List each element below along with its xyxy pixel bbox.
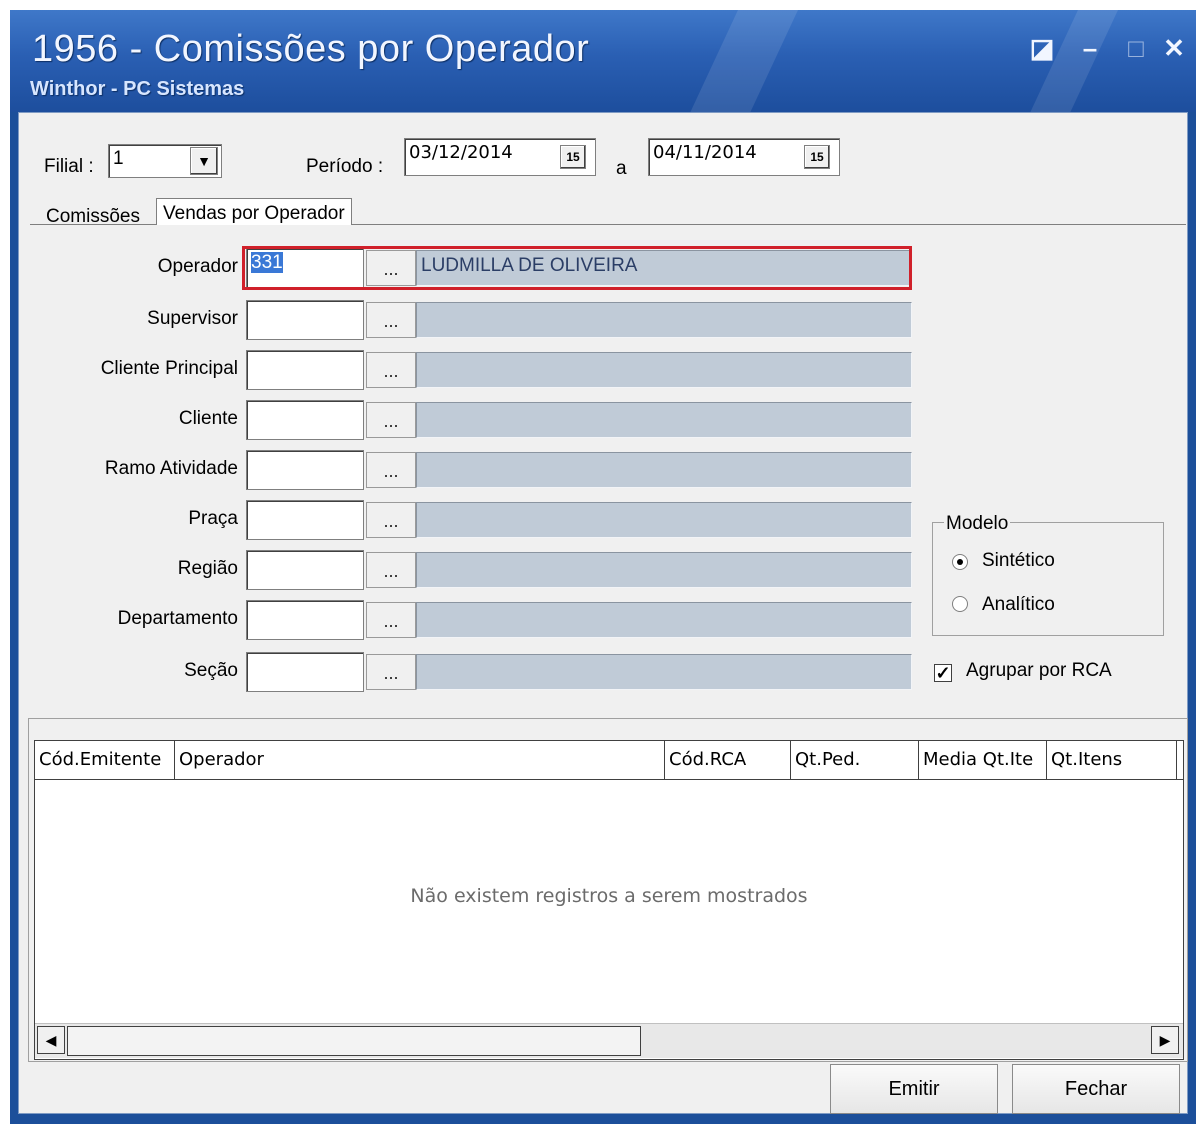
- agrupar-label: Agrupar por RCA: [966, 660, 1112, 681]
- field-label: Praça: [188, 508, 238, 529]
- emitir-button[interactable]: Emitir: [830, 1064, 998, 1114]
- field-label: Operador: [157, 256, 238, 277]
- description-field: [416, 502, 912, 538]
- field-label: Região: [177, 558, 238, 579]
- field-label: Supervisor: [147, 308, 238, 329]
- calendar-from-icon[interactable]: 15: [560, 145, 586, 169]
- column-header[interactable]: Cód.RCA: [665, 741, 791, 779]
- code-input[interactable]: [246, 652, 364, 692]
- field-label: Cliente Principal: [100, 358, 238, 379]
- close-icon[interactable]: ✕: [1156, 30, 1192, 66]
- description-field: [416, 654, 912, 690]
- code-input[interactable]: 331: [246, 248, 364, 288]
- analitico-label: Analítico: [982, 594, 1055, 615]
- agrupar-checkbox[interactable]: ✓: [934, 664, 952, 682]
- lookup-button[interactable]: ...: [366, 502, 416, 538]
- field-label: Seção: [184, 660, 238, 681]
- calendar-to-icon[interactable]: 15: [804, 145, 830, 169]
- description-field: [416, 552, 912, 588]
- code-input[interactable]: [246, 400, 364, 440]
- scroll-right-icon[interactable]: ▶: [1151, 1026, 1179, 1054]
- filial-label: Filial :: [44, 156, 94, 177]
- field-label: Departamento: [117, 608, 238, 629]
- periodo-label: Período :: [306, 156, 384, 177]
- radio-analitico[interactable]: [952, 596, 968, 612]
- lookup-button[interactable]: ...: [366, 552, 416, 588]
- chevron-down-icon[interactable]: ▼: [190, 147, 218, 175]
- lookup-button[interactable]: ...: [366, 302, 416, 338]
- results-grid[interactable]: Cód.Emitente Operador Cód.RCA Qt.Ped. Me…: [34, 740, 1184, 1060]
- date-from-value: 03/12/2014: [409, 142, 513, 163]
- radio-sintetico[interactable]: [952, 554, 968, 570]
- description-field: [416, 302, 912, 338]
- modelo-group: [932, 522, 1164, 636]
- empty-message: Não existem registros a serem mostrados: [410, 885, 808, 907]
- code-value: 331: [251, 252, 283, 273]
- lookup-button[interactable]: ...: [366, 402, 416, 438]
- column-header[interactable]: Media Qt.Ite: [919, 741, 1047, 779]
- description-field: [416, 402, 912, 438]
- tab-vendas-por-operador[interactable]: Vendas por Operador: [156, 198, 352, 225]
- column-header[interactable]: Qt.Itens: [1047, 741, 1177, 779]
- window-subtitle: Winthor - PC Sistemas: [30, 78, 245, 100]
- sintetico-label: Sintético: [982, 550, 1055, 571]
- description-field: [416, 352, 912, 388]
- grid-header: Cód.Emitente Operador Cód.RCA Qt.Ped. Me…: [35, 741, 1183, 780]
- minimize-icon[interactable]: –: [1072, 30, 1108, 66]
- scrollbar-thumb[interactable]: [67, 1026, 641, 1056]
- column-header[interactable]: Operador: [175, 741, 665, 779]
- code-input[interactable]: [246, 550, 364, 590]
- tab-comissoes[interactable]: Comissões: [40, 202, 146, 232]
- lookup-button[interactable]: ...: [366, 352, 416, 388]
- code-input[interactable]: [246, 300, 364, 340]
- field-label: Cliente: [178, 408, 238, 429]
- field-label: Ramo Atividade: [104, 458, 238, 479]
- filial-value: 1: [113, 148, 124, 169]
- description-field: [416, 452, 912, 488]
- scroll-left-icon[interactable]: ◀: [37, 1026, 65, 1054]
- restore-icon[interactable]: ◪: [1024, 30, 1060, 66]
- horizontal-scrollbar[interactable]: ◀ ▶: [35, 1023, 1183, 1058]
- lookup-button[interactable]: ...: [366, 654, 416, 690]
- code-input[interactable]: [246, 350, 364, 390]
- lookup-button[interactable]: ...: [366, 452, 416, 488]
- fechar-button[interactable]: Fechar: [1012, 1064, 1180, 1114]
- title-bar: 1956 - Comissões por Operador Winthor - …: [10, 10, 1196, 112]
- description-field: [416, 602, 912, 638]
- column-header[interactable]: Qt.Ped.: [791, 741, 919, 779]
- date-separator: a: [616, 158, 627, 179]
- code-input[interactable]: [246, 600, 364, 640]
- description-field: LUDMILLA DE OLIVEIRA: [416, 250, 912, 286]
- code-input[interactable]: [246, 500, 364, 540]
- date-to-value: 04/11/2014: [653, 142, 757, 163]
- code-input[interactable]: [246, 450, 364, 490]
- maximize-icon[interactable]: □: [1118, 30, 1154, 66]
- modelo-title: Modelo: [944, 513, 1011, 535]
- lookup-button[interactable]: ...: [366, 250, 416, 286]
- column-header[interactable]: Cód.Emitente: [35, 741, 175, 779]
- window-title: 1956 - Comissões por Operador: [32, 28, 590, 70]
- lookup-button[interactable]: ...: [366, 602, 416, 638]
